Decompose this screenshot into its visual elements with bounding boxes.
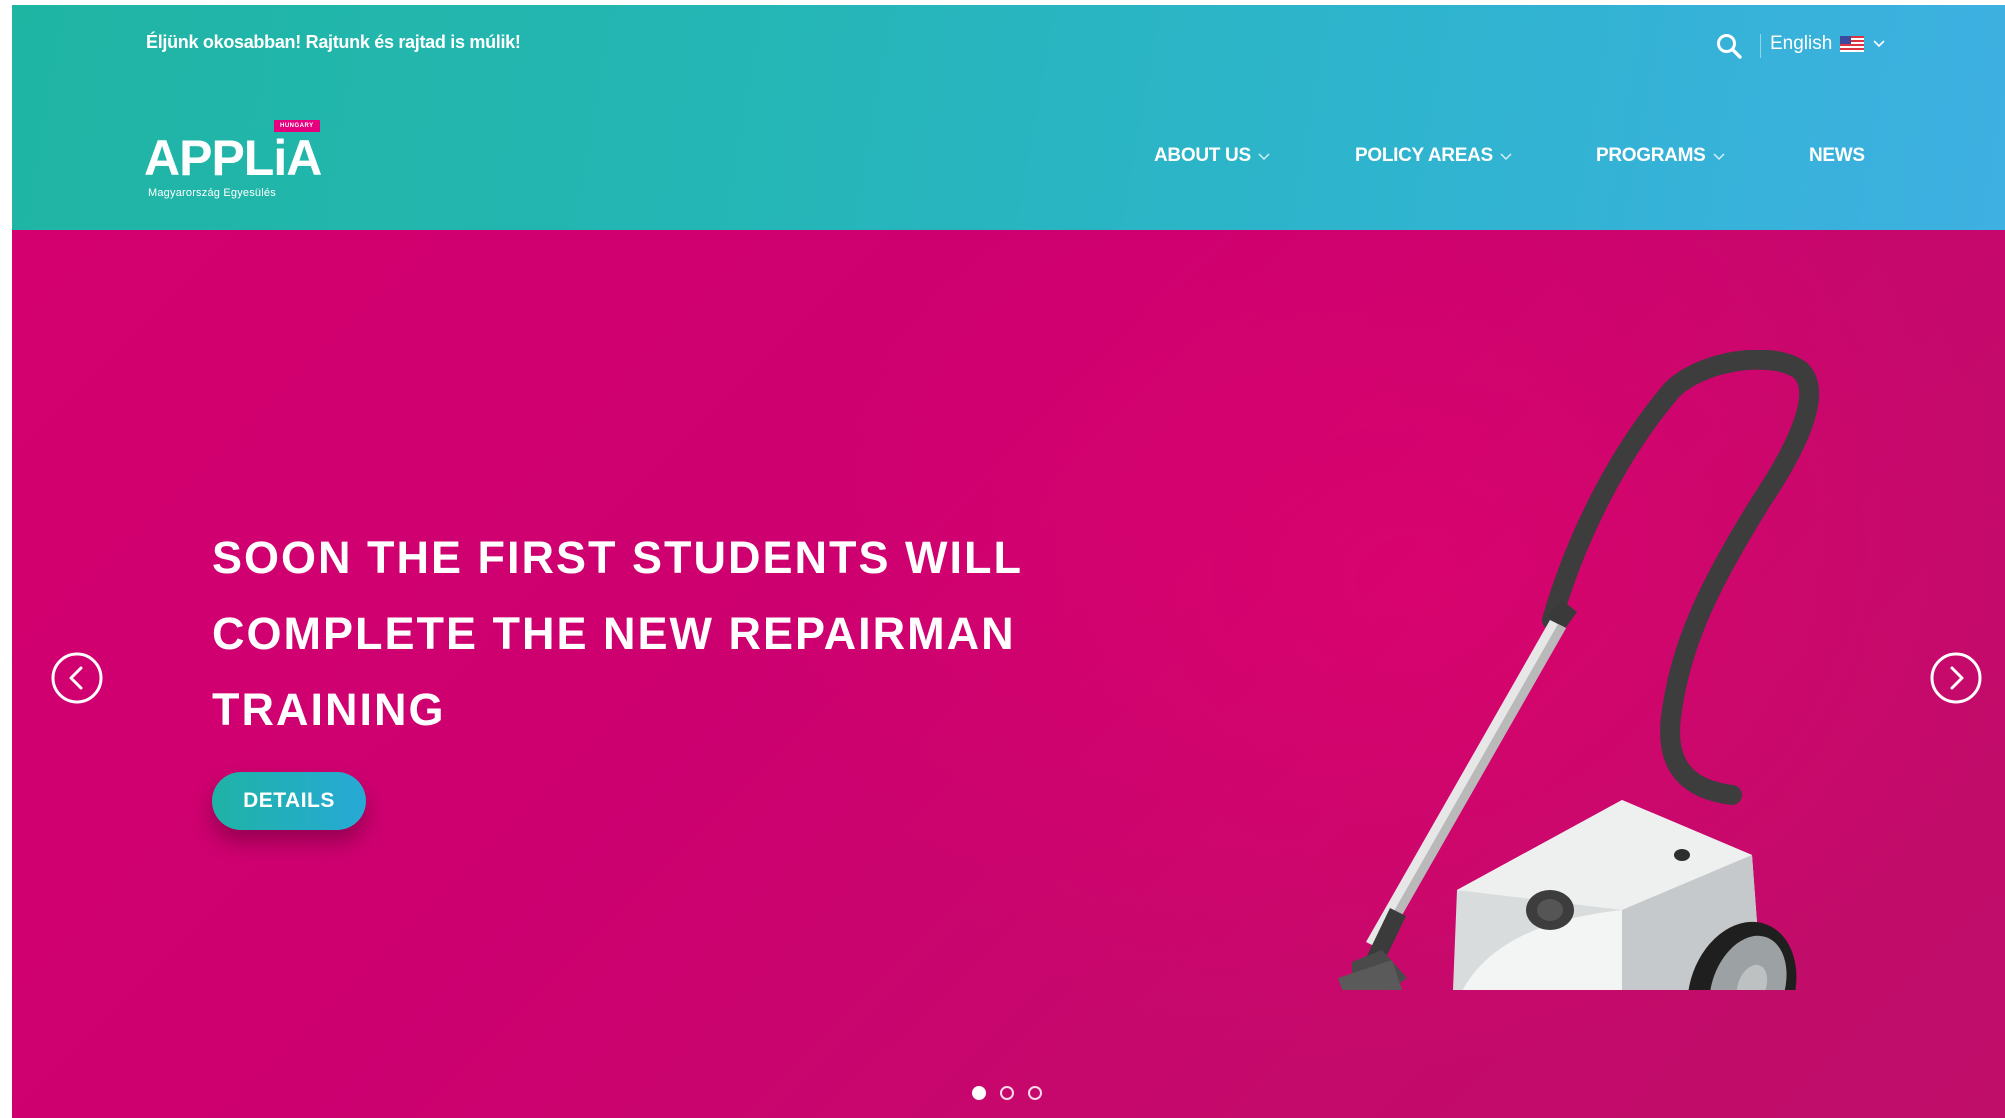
hero-title: SOON THE FIRST STUDENTS WILL COMPLETE TH…: [212, 520, 1112, 748]
slider-dot[interactable]: [1028, 1086, 1042, 1100]
header-tagline: Éljünk okosabban! Rajtunk és rajtad is m…: [146, 32, 521, 52]
details-button[interactable]: DETAILS: [212, 772, 366, 830]
search-icon[interactable]: [1714, 31, 1744, 61]
hero-slider: SOON THE FIRST STUDENTS WILL COMPLETE TH…: [12, 230, 2005, 1118]
nav-news[interactable]: NEWS: [1809, 145, 1865, 167]
slider-dots: [972, 1086, 1042, 1100]
nav-label: POLICY AREAS: [1355, 145, 1493, 166]
slider-dot[interactable]: [972, 1086, 986, 1100]
nav-policy-areas[interactable]: POLICY AREAS: [1355, 145, 1513, 167]
hero-title-line: COMPLETE THE NEW REPAIRMAN: [212, 608, 1016, 659]
main-nav: ABOUT US POLICY AREAS PROGRAMS NEWS: [12, 145, 2005, 175]
hero-title-line: TRAINING: [212, 684, 446, 735]
header-divider: [1760, 34, 1761, 58]
nav-about-us[interactable]: ABOUT US: [1154, 145, 1271, 167]
chevron-down-icon: [1500, 152, 1512, 160]
language-selector[interactable]: English: [1770, 33, 1886, 55]
nav-programs[interactable]: PROGRAMS: [1596, 145, 1726, 167]
slider-next-icon[interactable]: [1929, 651, 1983, 705]
language-label: English: [1770, 33, 1833, 54]
chevron-down-icon: [1873, 40, 1885, 48]
nav-label: NEWS: [1809, 145, 1865, 166]
slider-dot[interactable]: [1000, 1086, 1014, 1100]
us-flag-icon: [1840, 36, 1865, 52]
page-frame: Éljünk okosabban! Rajtunk és rajtad is m…: [12, 5, 2005, 1118]
site-header: Éljünk okosabban! Rajtunk és rajtad is m…: [12, 5, 2005, 230]
vacuum-cleaner-illustration: [1338, 350, 1820, 990]
slider-prev-icon[interactable]: [50, 651, 104, 705]
nav-label: PROGRAMS: [1596, 145, 1706, 166]
chevron-down-icon: [1712, 152, 1725, 160]
chevron-down-icon: [1258, 152, 1270, 160]
nav-label: ABOUT US: [1154, 145, 1251, 166]
hero-title-line: SOON THE FIRST STUDENTS WILL: [212, 532, 1023, 583]
logo-subtitle: Magyarország Egyesülés: [148, 187, 276, 199]
